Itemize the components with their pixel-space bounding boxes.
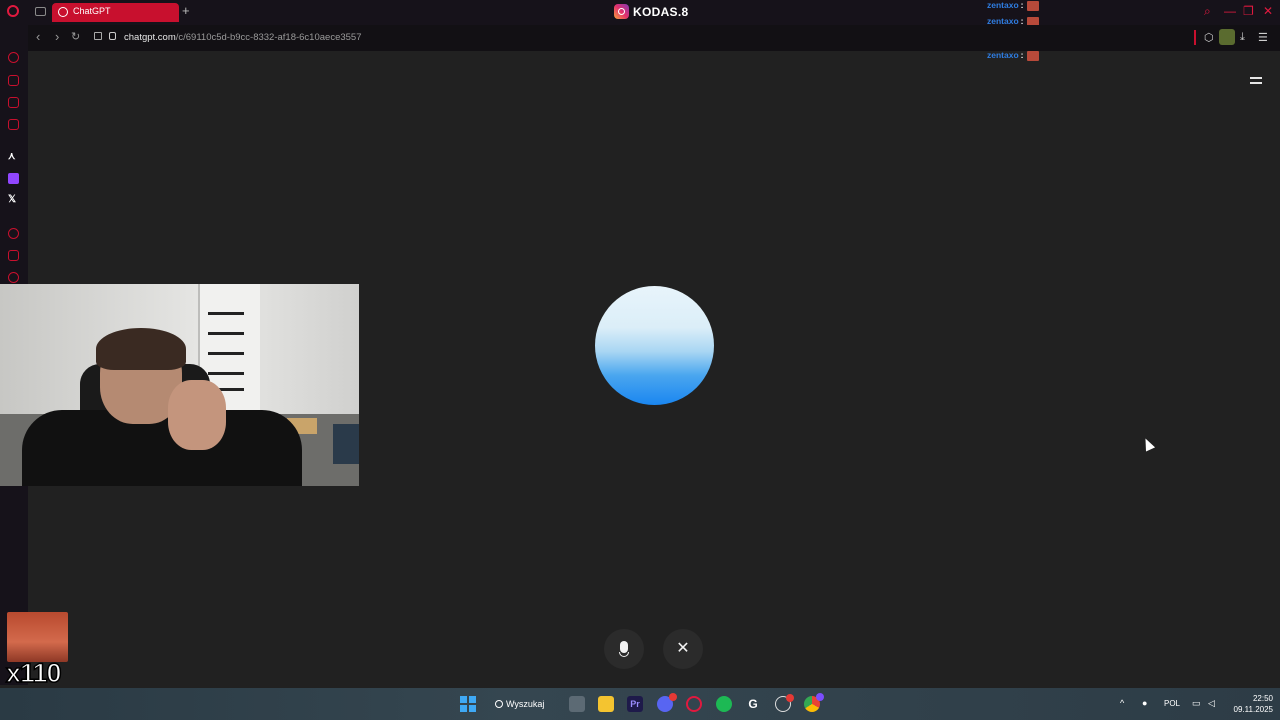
url-field[interactable]: chatgpt.com/c/69110c5d-b9cc-8332-af18-6c… xyxy=(124,32,362,43)
network-icon[interactable]: ▭ xyxy=(1192,698,1201,709)
back-button[interactable]: ‹ xyxy=(36,30,40,44)
webcam-person-body xyxy=(22,410,302,486)
player-icon[interactable] xyxy=(8,228,19,239)
discord-icon[interactable] xyxy=(657,693,677,712)
microphone-stand xyxy=(619,652,629,657)
history-icon[interactable] xyxy=(8,272,19,283)
x-icon[interactable]: 𝕏 xyxy=(8,194,16,205)
language-indicator[interactable]: POL xyxy=(1164,699,1180,708)
clock-date: 09.11.2025 xyxy=(1233,705,1273,714)
url-path: /c/69110c5d-b9cc-8332-af18-6c10aece3557 xyxy=(175,32,362,43)
g-hub-icon[interactable]: G xyxy=(745,696,761,712)
gx-corner-icon[interactable] xyxy=(8,75,19,86)
clock-time: 22:50 xyxy=(1252,694,1273,703)
taskbar-search[interactable]: Wyszukaj xyxy=(495,695,553,713)
tab-strip: ChatGPT + KODAS.8 ⌕ — ❐ ✕ xyxy=(0,0,1280,25)
instagram-overlay: KODAS.8 xyxy=(614,3,688,20)
taskbar-clock[interactable]: 22:50 09.11.2025 xyxy=(1227,693,1273,715)
tab-title: ChatGPT xyxy=(73,6,111,16)
tray-mic-icon[interactable]: ● xyxy=(1142,698,1147,708)
search-label: Wyszukaj xyxy=(506,699,545,709)
profile-avatar[interactable] xyxy=(1219,29,1235,45)
webcam-person-hand xyxy=(168,380,226,450)
maximize-button[interactable]: ❐ xyxy=(1243,4,1254,18)
minimize-button[interactable]: — xyxy=(1224,4,1236,18)
site-info-icon[interactable] xyxy=(94,32,102,40)
gx-control-icon[interactable] xyxy=(8,52,19,63)
chat-emote-icon xyxy=(1026,50,1039,61)
chat-username: zentaxo xyxy=(987,50,1019,60)
obs-icon[interactable] xyxy=(775,694,794,712)
opera-gx-icon[interactable] xyxy=(686,696,702,712)
ai-icon[interactable]: ⋏ xyxy=(8,151,15,162)
voice-orb xyxy=(595,286,714,405)
chat-message: zentaxo: xyxy=(987,50,1039,64)
taskbar: Wyszukaj Pr G ^ ● POL ▭ ◁ 22:50 09.11.20… xyxy=(0,688,1280,720)
opera-logo-icon[interactable] xyxy=(7,5,19,17)
instagram-icon xyxy=(614,4,629,19)
new-tab-button[interactable]: + xyxy=(182,4,190,18)
chat-username: zentaxo xyxy=(987,0,1019,10)
close-icon: ✕ xyxy=(676,640,690,657)
file-explorer-icon[interactable] xyxy=(569,696,585,712)
premiere-pro-icon[interactable]: Pr xyxy=(627,696,643,712)
chatgpt-favicon-icon xyxy=(58,7,68,17)
download-icon[interactable]: ⤓ xyxy=(1240,31,1245,44)
mouse-cursor xyxy=(1140,436,1156,452)
webcam-person-hair xyxy=(96,328,186,370)
search-tabs-icon[interactable]: ⌕ xyxy=(1204,4,1211,19)
webcam-shelf xyxy=(333,424,359,464)
end-voice-button[interactable]: ✕ xyxy=(663,629,703,669)
forward-button[interactable]: › xyxy=(55,30,59,44)
menu-icon[interactable]: ☰ xyxy=(1258,31,1268,44)
search-icon xyxy=(495,700,503,708)
folder-icon[interactable] xyxy=(598,696,614,712)
reload-button[interactable]: ↻ xyxy=(71,30,80,44)
mute-microphone-button[interactable] xyxy=(604,629,644,669)
start-button[interactable] xyxy=(460,696,476,712)
lock-icon[interactable] xyxy=(109,32,116,40)
spotify-icon[interactable] xyxy=(716,696,732,712)
accent-divider xyxy=(1194,30,1196,45)
tab-chatgpt[interactable]: ChatGPT xyxy=(52,3,179,22)
instagram-handle: KODAS.8 xyxy=(633,4,689,19)
chat-message: zentaxo: xyxy=(987,0,1039,14)
url-domain: chatgpt.com xyxy=(124,32,176,43)
chat-emote-icon xyxy=(1026,0,1039,11)
chat-separator: : xyxy=(1020,0,1024,10)
voice-settings-icon[interactable] xyxy=(1250,74,1262,86)
tray-overflow-icon[interactable]: ^ xyxy=(1120,698,1124,708)
webcam-overlay xyxy=(0,284,359,486)
news-icon[interactable] xyxy=(8,97,19,108)
volume-icon[interactable]: ◁ xyxy=(1208,698,1215,709)
pinboard-icon[interactable] xyxy=(8,250,19,261)
chrome-icon[interactable] xyxy=(804,693,824,712)
close-window-button[interactable]: ✕ xyxy=(1263,4,1273,18)
extensions-icon[interactable]: ⬡ xyxy=(1204,31,1214,44)
emote-image xyxy=(7,612,68,662)
workspaces-icon[interactable] xyxy=(35,7,46,16)
chat-separator: : xyxy=(1020,50,1024,60)
emote-counter: x110 xyxy=(5,657,62,689)
messenger-icon[interactable] xyxy=(8,119,19,130)
address-bar: ‹ › ↻ chatgpt.com/c/69110c5d-b9cc-8332-a… xyxy=(28,25,1280,51)
twitch-icon[interactable] xyxy=(8,173,19,184)
